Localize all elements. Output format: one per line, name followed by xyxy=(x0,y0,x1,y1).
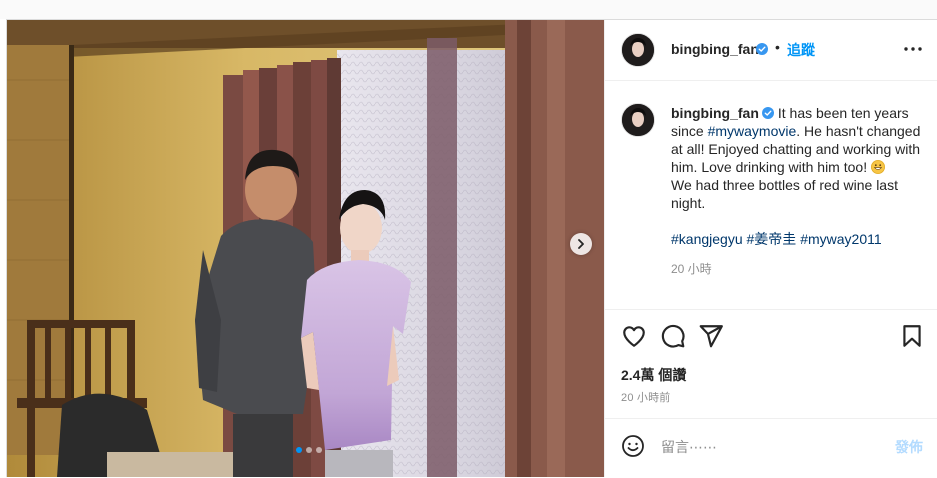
comment-input[interactable] xyxy=(659,435,883,459)
post-comment-button[interactable]: 發佈 xyxy=(895,437,923,457)
comment-button[interactable] xyxy=(660,323,686,349)
hashtag-mywaymovie[interactable]: #mywaymovie xyxy=(708,123,797,139)
bookmark-icon xyxy=(903,325,921,347)
carousel-dot xyxy=(296,447,302,453)
hashtag-jiangdigui[interactable]: #姜帝圭 xyxy=(747,231,797,247)
more-options-button[interactable] xyxy=(901,40,925,58)
more-icon xyxy=(904,47,922,51)
share-button[interactable] xyxy=(698,323,724,349)
hashtag-kangjegyu[interactable]: #kangjegyu xyxy=(671,231,743,247)
carousel-next-button[interactable] xyxy=(570,233,592,255)
author-username[interactable]: bingbing_fan xyxy=(671,41,759,57)
save-button[interactable] xyxy=(899,323,925,349)
heart-icon xyxy=(623,326,645,347)
hashtag-myway2011[interactable]: #myway2011 xyxy=(800,231,881,247)
like-button[interactable] xyxy=(621,323,647,349)
avatar[interactable] xyxy=(621,33,655,67)
caption-username[interactable]: bingbing_fan xyxy=(671,105,759,121)
post-timestamp[interactable]: 20 小時前 xyxy=(621,389,671,405)
caption-text: bingbing_fan It has been ten years since … xyxy=(671,104,929,278)
verified-badge-icon xyxy=(761,107,774,119)
post-card: bingbing_fan • 追蹤 bingbing_fan It has be… xyxy=(6,19,937,477)
carousel-dot xyxy=(306,447,312,453)
carousel-indicator xyxy=(296,447,322,453)
grinning-face-emoji-icon xyxy=(870,160,885,174)
verified-badge-icon xyxy=(756,43,768,55)
chevron-right-icon xyxy=(578,239,584,249)
caption-avatar[interactable] xyxy=(621,103,655,137)
comment-bar: 發佈 xyxy=(605,418,937,478)
emoji-icon xyxy=(622,435,644,457)
header-separator: • xyxy=(775,39,780,55)
carousel-dot xyxy=(316,447,322,453)
hashtag-list: #kangjegyu #姜帝圭 #myway2011 xyxy=(671,230,929,248)
avatar-image xyxy=(622,104,654,136)
post-photo[interactable] xyxy=(7,20,604,477)
action-bar: 2.4萬 個讚 20 小時前 xyxy=(605,309,937,430)
share-icon xyxy=(699,325,723,348)
comment-icon xyxy=(661,324,685,348)
post-header: bingbing_fan • 追蹤 xyxy=(605,20,937,81)
caption-body-3: We had three bottles of red wine last ni… xyxy=(671,177,898,211)
post-side-panel: bingbing_fan • 追蹤 bingbing_fan It has be… xyxy=(604,20,937,477)
like-count[interactable]: 2.4萬 個讚 xyxy=(621,365,686,385)
photo-illustration xyxy=(7,20,604,477)
emoji-picker-button[interactable] xyxy=(621,434,647,460)
follow-button[interactable]: 追蹤 xyxy=(787,40,815,60)
caption-time[interactable]: 20 小時 xyxy=(671,260,929,278)
avatar-image xyxy=(622,34,654,66)
caption-area: bingbing_fan It has been ten years since … xyxy=(605,81,937,309)
page-top-band xyxy=(0,0,937,19)
